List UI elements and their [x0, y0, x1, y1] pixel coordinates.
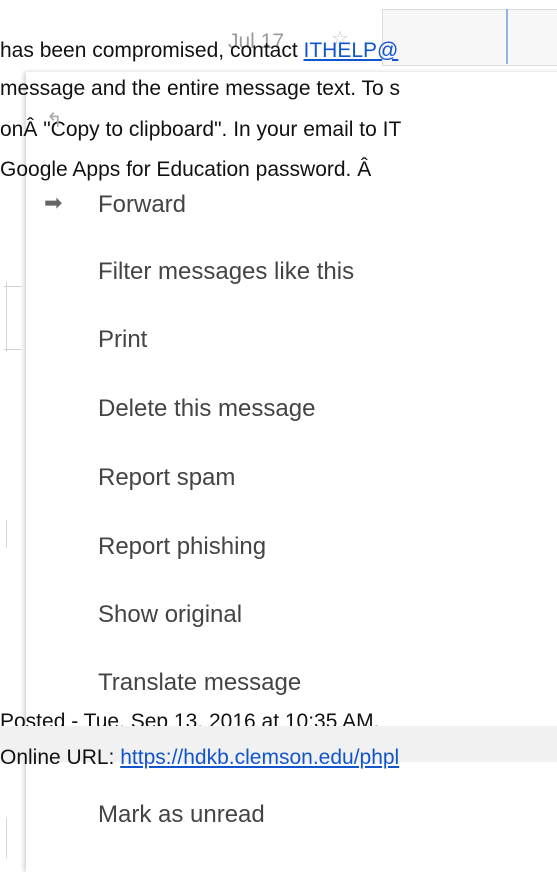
- article-text: has been compromised, contact: [0, 39, 304, 62]
- forward-arrow-icon: ➡: [44, 190, 63, 215]
- online-url-link[interactable]: https://hdkb.clemson.edu/phpl: [120, 746, 399, 769]
- divider-line: [6, 282, 7, 352]
- menu-item-report-phishing[interactable]: Report phishing: [98, 533, 266, 561]
- menu-item-delete[interactable]: Delete this message: [98, 395, 315, 423]
- menu-item-translate[interactable]: Translate message: [98, 669, 301, 697]
- menu-item-forward[interactable]: Forward: [98, 191, 186, 219]
- menu-item-filter-messages[interactable]: Filter messages like this: [98, 258, 354, 286]
- divider-line: [4, 349, 22, 350]
- reply-icon[interactable]: ↰: [46, 108, 63, 133]
- more-button[interactable]: [382, 9, 557, 66]
- divider-line: [6, 818, 7, 858]
- divider-line: [4, 286, 22, 287]
- divider-line: [6, 520, 7, 548]
- article-text-line: message and the entire message text. To …: [0, 77, 401, 100]
- menu-item-report-spam[interactable]: Report spam: [98, 464, 235, 492]
- online-url-label: Online URL:: [0, 746, 121, 769]
- menu-item-mark-unread[interactable]: Mark as unread: [98, 801, 265, 829]
- article-text-line: has been compromised, contact ITHELP@: [0, 40, 398, 61]
- menu-item-print[interactable]: Print: [98, 326, 147, 354]
- ithelp-email-link[interactable]: ITHELP@: [304, 39, 399, 62]
- article-text-line: Google Apps for Education password. Â: [0, 158, 372, 181]
- menu-item-show-original[interactable]: Show original: [98, 601, 242, 629]
- toolbar-divider: [506, 9, 508, 64]
- online-url: Online URL: https://hdkb.clemson.edu/php…: [0, 746, 399, 770]
